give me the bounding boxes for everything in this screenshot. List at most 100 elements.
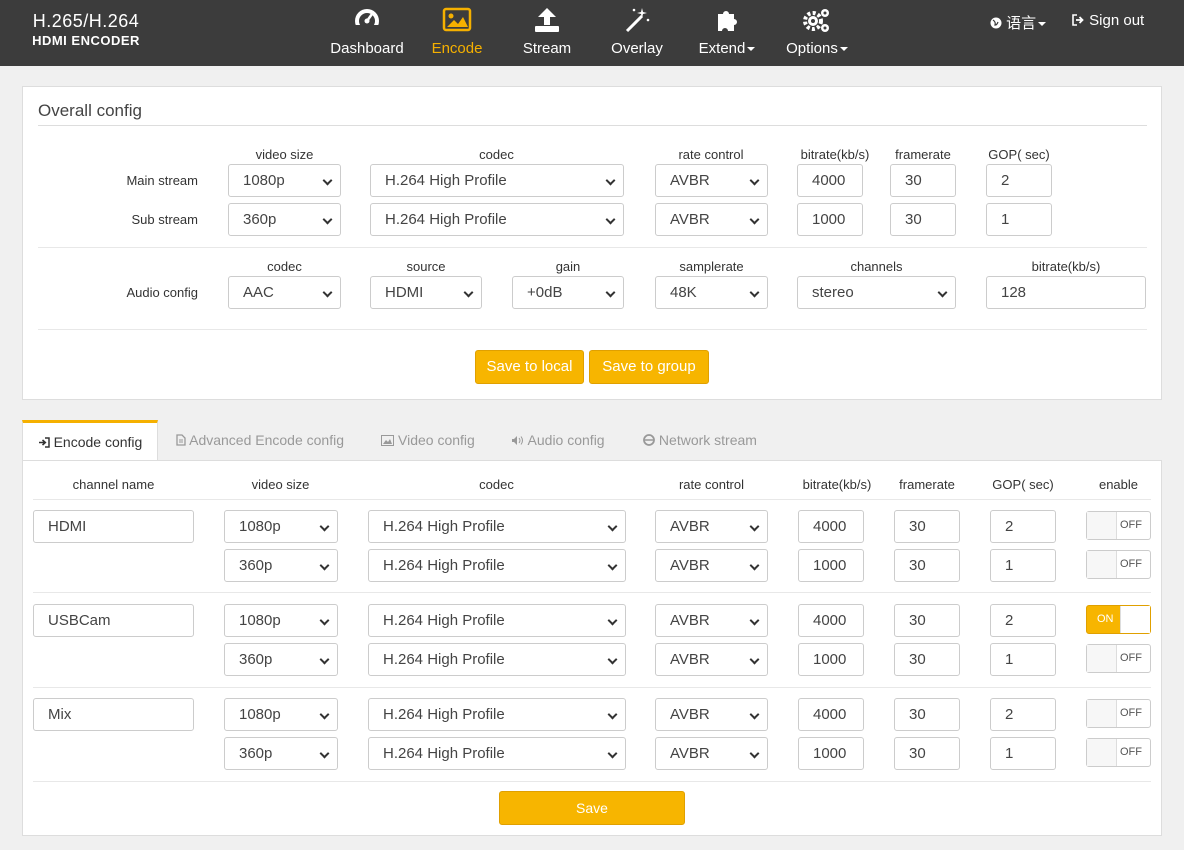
- gop-input[interactable]: 2: [990, 510, 1056, 543]
- image-icon: [442, 7, 472, 32]
- sub-rate-control-select[interactable]: AVBR: [655, 203, 768, 236]
- tab-network-stream[interactable]: Network stream: [634, 420, 766, 461]
- video-size-select[interactable]: 360p: [224, 643, 338, 676]
- codec-select[interactable]: H.264 High Profile: [368, 604, 626, 637]
- bitrate-input[interactable]: 1000: [798, 643, 864, 676]
- gop-input[interactable]: 1: [990, 643, 1056, 676]
- chevron-down-icon: [749, 214, 760, 225]
- brand-logo: H.265/H.264 HDMI ENCODER: [24, 10, 148, 50]
- volume-icon: [512, 436, 524, 445]
- nav-options[interactable]: Options: [772, 0, 862, 66]
- framerate-input[interactable]: 30: [894, 549, 960, 582]
- main-video-size-select[interactable]: 1080p: [228, 164, 341, 197]
- enable-toggle[interactable]: OFF: [1086, 550, 1151, 579]
- save-to-local-button[interactable]: Save to local: [475, 350, 584, 384]
- language-menu[interactable]: 语言: [990, 12, 1047, 33]
- sub-framerate-input[interactable]: 30: [890, 203, 956, 236]
- audio-gain-select[interactable]: +0dB: [512, 276, 624, 309]
- codec-select[interactable]: H.264 High Profile: [368, 698, 626, 731]
- gop-input[interactable]: 1: [990, 737, 1056, 770]
- nav-stream-label: Stream: [522, 40, 572, 57]
- chevron-down-icon: [319, 521, 330, 532]
- rate-control-select[interactable]: AVBR: [655, 737, 768, 770]
- tab-advanced-encode-config[interactable]: Advanced Encode config: [168, 420, 352, 461]
- header-framerate: framerate: [899, 477, 955, 492]
- tab-encode-config[interactable]: Encode config: [22, 420, 158, 461]
- main-gop-input[interactable]: 2: [986, 164, 1052, 197]
- codec-select[interactable]: H.264 High Profile: [368, 643, 626, 676]
- header-audio-codec: codec: [267, 259, 302, 274]
- save-to-group-button[interactable]: Save to group: [589, 350, 709, 384]
- chevron-down-icon: [937, 287, 948, 298]
- bitrate-input[interactable]: 4000: [798, 698, 864, 731]
- bitrate-input[interactable]: 1000: [798, 737, 864, 770]
- audio-bitrate-input[interactable]: 128: [986, 276, 1146, 309]
- framerate-input[interactable]: 30: [894, 604, 960, 637]
- chevron-down-icon: [463, 287, 474, 298]
- select-value: H.264 High Profile: [383, 706, 505, 723]
- rate-control-select[interactable]: AVBR: [655, 643, 768, 676]
- bitrate-input[interactable]: 4000: [798, 510, 864, 543]
- sign-out-link[interactable]: Sign out: [1072, 12, 1144, 29]
- chevron-down-icon: [749, 654, 760, 665]
- main-framerate-input[interactable]: 30: [890, 164, 956, 197]
- sub-bitrate-input[interactable]: 1000: [797, 203, 863, 236]
- rate-control-select[interactable]: AVBR: [655, 510, 768, 543]
- rate-control-select[interactable]: AVBR: [655, 604, 768, 637]
- nav-overlay[interactable]: Overlay: [592, 0, 682, 66]
- panel-title: Overall config: [38, 101, 142, 120]
- sub-codec-select[interactable]: H.264 High Profile: [370, 203, 624, 236]
- header-rate-control: rate control: [678, 147, 744, 162]
- video-size-select[interactable]: 360p: [224, 737, 338, 770]
- framerate-input[interactable]: 30: [894, 737, 960, 770]
- sub-gop-input[interactable]: 1: [986, 203, 1052, 236]
- gop-input[interactable]: 1: [990, 549, 1056, 582]
- nav-encode-label: Encode: [431, 40, 483, 57]
- header-audio-gain: gain: [555, 259, 581, 274]
- enable-toggle[interactable]: ON: [1086, 605, 1151, 634]
- enable-toggle[interactable]: OFF: [1086, 511, 1151, 540]
- framerate-input[interactable]: 30: [894, 643, 960, 676]
- audio-codec-select[interactable]: AAC: [228, 276, 341, 309]
- codec-select[interactable]: H.264 High Profile: [368, 737, 626, 770]
- save-button[interactable]: Save: [499, 791, 685, 825]
- gop-input[interactable]: 2: [990, 604, 1056, 637]
- nav-stream[interactable]: Stream: [502, 0, 592, 66]
- video-size-select[interactable]: 360p: [224, 549, 338, 582]
- codec-select[interactable]: H.264 High Profile: [368, 510, 626, 543]
- main-bitrate-input[interactable]: 4000: [797, 164, 863, 197]
- video-size-select[interactable]: 1080p: [224, 510, 338, 543]
- header-codec: codec: [479, 477, 514, 492]
- audio-channels-select[interactable]: stereo: [797, 276, 956, 309]
- main-rate-control-select[interactable]: AVBR: [655, 164, 768, 197]
- codec-select[interactable]: H.264 High Profile: [368, 549, 626, 582]
- sub-video-size-select[interactable]: 360p: [228, 203, 341, 236]
- tab-video-config[interactable]: Video config: [372, 420, 484, 461]
- tab-audio-config[interactable]: Audio config: [502, 420, 614, 461]
- framerate-input[interactable]: 30: [894, 698, 960, 731]
- channel-name-input[interactable]: Mix: [33, 698, 194, 731]
- channel-name-input[interactable]: HDMI: [33, 510, 194, 543]
- nav-encode[interactable]: Encode: [412, 0, 502, 66]
- audio-source-select[interactable]: HDMI: [370, 276, 482, 309]
- select-value: AVBR: [670, 745, 710, 762]
- enable-toggle[interactable]: OFF: [1086, 738, 1151, 767]
- chevron-down-icon: [607, 560, 618, 571]
- chevron-down-icon: [749, 521, 760, 532]
- rate-control-select[interactable]: AVBR: [655, 549, 768, 582]
- video-size-select[interactable]: 1080p: [224, 604, 338, 637]
- bitrate-input[interactable]: 4000: [798, 604, 864, 637]
- video-size-select[interactable]: 1080p: [224, 698, 338, 731]
- framerate-input[interactable]: 30: [894, 510, 960, 543]
- bitrate-input[interactable]: 1000: [798, 549, 864, 582]
- channel-name-input[interactable]: USBCam: [33, 604, 194, 637]
- gop-input[interactable]: 2: [990, 698, 1056, 731]
- main-codec-select[interactable]: H.264 High Profile: [370, 164, 624, 197]
- audio-samplerate-select[interactable]: 48K: [655, 276, 768, 309]
- enable-toggle[interactable]: OFF: [1086, 644, 1151, 673]
- nav-extend[interactable]: Extend: [682, 0, 772, 66]
- select-value: AVBR: [670, 211, 710, 228]
- nav-dashboard[interactable]: Dashboard: [322, 0, 412, 66]
- rate-control-select[interactable]: AVBR: [655, 698, 768, 731]
- enable-toggle[interactable]: OFF: [1086, 699, 1151, 728]
